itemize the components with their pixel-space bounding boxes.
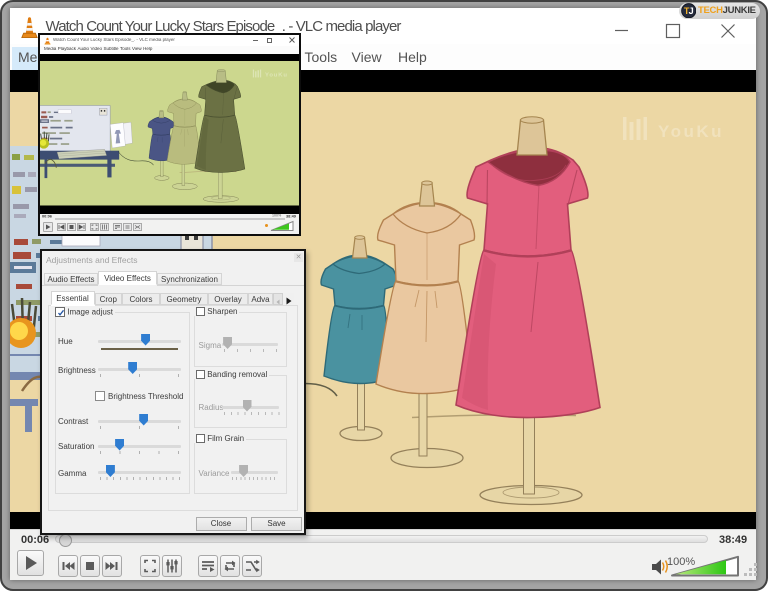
- svg-text:J: J: [688, 6, 693, 16]
